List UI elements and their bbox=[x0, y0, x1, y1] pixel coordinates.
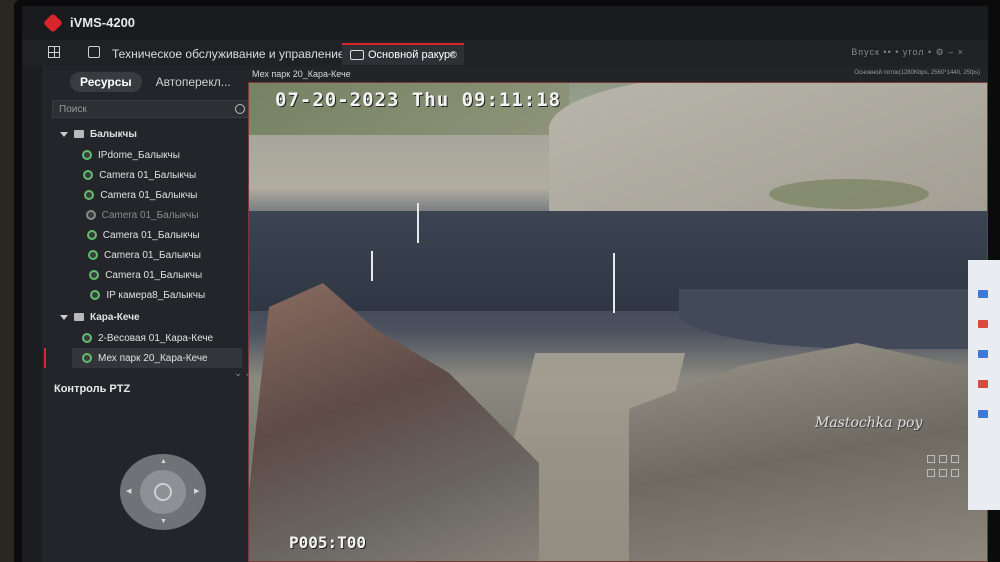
side-window-icon[interactable] bbox=[978, 320, 988, 328]
camera-item-label: IPdome_Балыкчы bbox=[98, 149, 180, 161]
camera-status-icon bbox=[82, 353, 92, 363]
video-scene-rock-pile bbox=[249, 283, 539, 561]
maintenance-tab[interactable]: Техническое обслуживание и управление bbox=[112, 47, 345, 61]
camera-item[interactable]: Camera 01_Балыкчы bbox=[83, 165, 196, 185]
camera-icon bbox=[350, 50, 364, 60]
side-application-window[interactable] bbox=[968, 260, 1000, 510]
osd-camera-name: Mastochka poy bbox=[815, 415, 923, 431]
camera-item-label: Camera 01_Балыкчы bbox=[99, 169, 197, 181]
toolbar-icon[interactable] bbox=[927, 455, 935, 463]
stream-info: Основной поток(1280Kbps, 2560*1440, 25fp… bbox=[854, 70, 980, 76]
video-scene-pole bbox=[417, 203, 419, 243]
folder-icon bbox=[74, 130, 84, 138]
camera-item[interactable]: 2-Весовая 01_Кара-Кече bbox=[82, 328, 213, 348]
toolbar-icon[interactable] bbox=[939, 469, 947, 477]
camera-item[interactable]: Camera 01_Балыкчы bbox=[84, 185, 197, 205]
ivms-window: iVMS-4200 Техническое обслуживание и упр… bbox=[22, 6, 988, 562]
ptz-inner-ring[interactable] bbox=[140, 470, 186, 514]
osd-timestamp: 07-20-2023 Thu 09:11:18 bbox=[275, 89, 562, 111]
camera-status-icon bbox=[82, 333, 92, 343]
camera-item[interactable]: Мех парк 20_Кара-Кече bbox=[72, 348, 242, 368]
tab-autoswitch[interactable]: Автоперекл... bbox=[146, 72, 241, 92]
camera-status-icon bbox=[86, 230, 97, 240]
title-bar: iVMS-4200 bbox=[22, 6, 988, 38]
search-input[interactable]: Поиск bbox=[52, 100, 252, 118]
tree-group-label: Балыкчы bbox=[90, 128, 137, 140]
ptz-left-arrow-icon[interactable]: ◀ bbox=[126, 487, 131, 495]
camera-status-icon bbox=[82, 150, 92, 160]
camera-item-label: Camera 01_Балыкчы bbox=[101, 209, 199, 221]
sidebar-tabs: Ресурсы Автоперекл... bbox=[70, 72, 241, 92]
close-tab-icon[interactable]: ⊗ bbox=[449, 48, 458, 61]
hikvision-logo-icon bbox=[43, 13, 63, 33]
video-scene-pole bbox=[613, 253, 615, 313]
camera-item-label: Camera 01_Балыкчы bbox=[100, 189, 198, 201]
tab-resources[interactable]: Ресурсы bbox=[70, 72, 142, 92]
ptz-panel-title: Контроль PTZ bbox=[54, 383, 131, 395]
toolbar-icon[interactable] bbox=[951, 455, 959, 463]
camera-item[interactable]: IPdome_Балыкчы bbox=[82, 145, 180, 165]
toolbar-icon[interactable] bbox=[927, 469, 935, 477]
ptz-auto-rotate-icon[interactable] bbox=[154, 483, 172, 501]
video-scene-pole bbox=[371, 251, 373, 281]
camera-item-label: Camera 01_Балыкчы bbox=[102, 229, 200, 241]
video-scene-grass-patch bbox=[769, 179, 929, 209]
toolbar-icon[interactable] bbox=[951, 469, 959, 477]
camera-item-label: 2-Весовая 01_Кара-Кече bbox=[98, 332, 214, 344]
camera-item[interactable]: Camera 01_Балыкчы bbox=[86, 225, 200, 245]
selection-indicator bbox=[44, 348, 46, 368]
search-placeholder: Поиск bbox=[59, 104, 87, 115]
maintenance-icon[interactable] bbox=[88, 46, 100, 58]
camera-status-icon bbox=[88, 250, 98, 260]
camera-item-label: Мех парк 20_Кара-Кече bbox=[98, 352, 208, 364]
search-icon[interactable] bbox=[235, 104, 245, 114]
side-window-icon[interactable] bbox=[978, 290, 988, 298]
expand-triangle-icon[interactable] bbox=[60, 131, 68, 137]
ptz-down-arrow-icon[interactable]: ▼ bbox=[160, 518, 167, 525]
camera-item[interactable]: Camera 01_Балыкчы bbox=[88, 245, 201, 265]
ptz-right-arrow-icon[interactable]: ▶ bbox=[194, 487, 199, 495]
camera-item[interactable]: IP камера8_Балыкчы bbox=[90, 285, 205, 305]
window-controls[interactable]: Впуск •• • угол • ⚙ – × bbox=[851, 47, 964, 58]
video-toolbar[interactable] bbox=[925, 453, 965, 493]
expand-triangle-icon[interactable] bbox=[60, 314, 68, 320]
resource-sidebar: Ресурсы Автоперекл... Поиск Балыкчы IPdom… bbox=[42, 66, 264, 562]
video-window-title: Мех парк 20_Кара-Кече bbox=[252, 69, 351, 79]
nav-bar: Техническое обслуживание и управление Ос… bbox=[22, 40, 988, 66]
camera-status-icon bbox=[84, 190, 95, 200]
video-scene-pond-edge bbox=[679, 289, 987, 349]
camera-status-icon bbox=[89, 270, 100, 280]
camera-item-label: Camera 01_Балыкчы bbox=[104, 249, 201, 261]
live-video-feed[interactable]: 07-20-2023 Thu 09:11:18 Mastochka poy P0… bbox=[248, 82, 988, 562]
camera-status-icon bbox=[90, 290, 101, 300]
camera-item[interactable]: Camera 01_Балыкчы bbox=[89, 265, 202, 285]
camera-status-icon bbox=[85, 210, 96, 220]
tab-main-view[interactable]: Основной ракурс ⊗ bbox=[342, 43, 464, 65]
camera-item-label: Camera 01_Балыкчы bbox=[105, 269, 203, 281]
side-window-icon[interactable] bbox=[978, 380, 988, 388]
toolbar-icon[interactable] bbox=[939, 455, 947, 463]
video-window-header: Мех парк 20_Кара-Кече Основной поток(128… bbox=[248, 66, 988, 82]
tree-group-label: Кара-Кече bbox=[90, 311, 140, 323]
app-title: iVMS-4200 bbox=[70, 15, 136, 30]
camera-item[interactable]: Camera 01_Балыкчы bbox=[85, 205, 199, 225]
camera-item-label: IP камера8_Балыкчы bbox=[106, 289, 206, 301]
camera-status-icon bbox=[83, 170, 94, 180]
side-window-icon[interactable] bbox=[978, 350, 988, 358]
tab-main-view-label: Основной ракурс bbox=[368, 49, 456, 61]
osd-ptz-position: P005:T00 bbox=[289, 533, 367, 552]
side-window-icon[interactable] bbox=[978, 410, 988, 418]
module-grid-icon[interactable] bbox=[48, 46, 60, 58]
ptz-up-arrow-icon[interactable]: ▲ bbox=[160, 458, 167, 465]
ptz-direction-pad[interactable]: ▲ ▼ ◀ ▶ bbox=[120, 454, 206, 530]
tree-group[interactable]: Балыкчы bbox=[60, 124, 137, 144]
folder-icon bbox=[74, 313, 84, 321]
tree-group[interactable]: Кара-Кече bbox=[60, 307, 140, 327]
